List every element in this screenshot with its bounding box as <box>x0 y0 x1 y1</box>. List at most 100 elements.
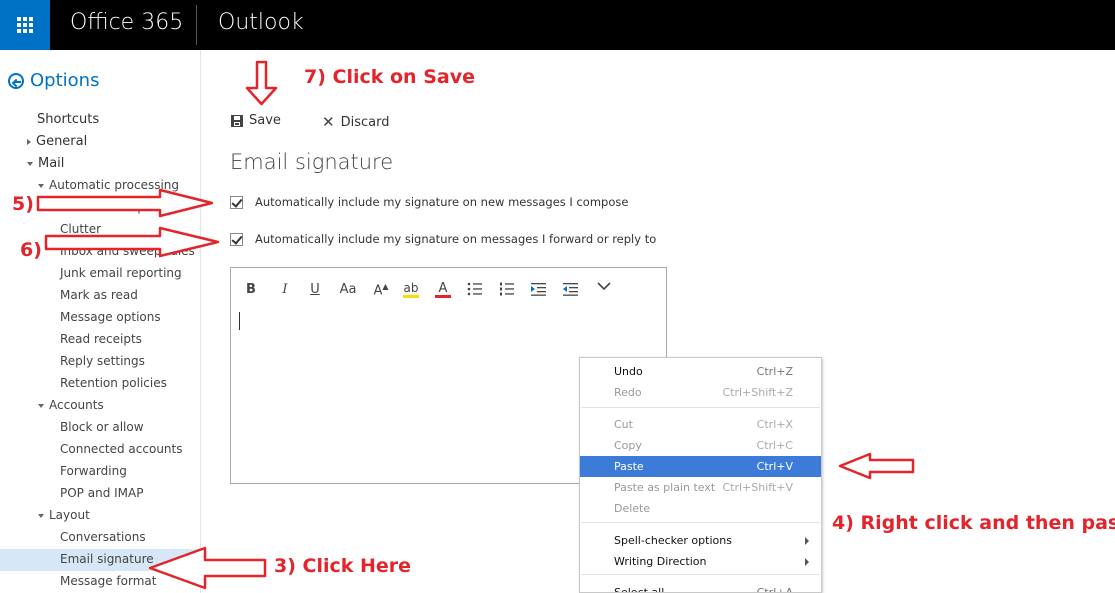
sidebar-item-reply-settings[interactable]: Reply settings <box>60 354 145 368</box>
sidebar-item-forwarding[interactable]: Forwarding <box>60 464 127 478</box>
menu-item-cut[interactable]: Cut Ctrl+X <box>580 414 821 435</box>
menu-item-paste[interactable]: Paste Ctrl+V <box>580 456 821 477</box>
sidebar-item-label: Read receipts <box>60 332 142 346</box>
sidebar-item-automatic-processing[interactable]: Automatic processing <box>38 178 179 192</box>
sidebar-item-junk-email-reporting[interactable]: Junk email reporting <box>60 266 182 280</box>
expand-down-icon[interactable] <box>27 161 33 166</box>
menu-item-shortcut: Ctrl+A <box>756 586 793 593</box>
save-icon <box>231 114 243 127</box>
sidebar-item-connected-accounts[interactable]: Connected accounts <box>60 442 183 456</box>
menu-item-undo[interactable]: Undo Ctrl+Z <box>580 361 821 382</box>
sidebar-item-mail[interactable]: Mail <box>27 156 64 171</box>
annotation-step5: 5) <box>12 193 34 215</box>
options-sidebar: Options Shortcuts General Mail Automatic pr… <box>0 50 201 593</box>
topbar-divider <box>196 5 197 45</box>
expand-down-icon[interactable] <box>38 183 44 188</box>
sidebar-item-layout[interactable]: Layout <box>38 508 90 522</box>
sidebar-item-general[interactable]: General <box>27 134 87 149</box>
app-launcher-button[interactable] <box>0 0 50 50</box>
sidebar-item-label: Connected accounts <box>60 442 183 456</box>
sidebar-item-label: Mail <box>38 156 65 171</box>
sidebar-item-pop-and-imap[interactable]: POP and IMAP <box>60 486 143 500</box>
menu-item-label: Undo <box>614 365 643 378</box>
italic-icon[interactable]: I <box>277 282 293 297</box>
menu-item-writing-direction[interactable]: Writing Direction <box>580 551 821 572</box>
menu-separator <box>581 522 820 523</box>
context-menu: Undo Ctrl+Z Redo Ctrl+Shift+Z Cut Ctrl+X Copy C… <box>579 357 822 593</box>
menu-item-label: Paste <box>614 460 644 473</box>
top-bar: Office 365 Outlook <box>0 0 1115 50</box>
sidebar-item-automatic-replies[interactable]: Automatic replies <box>60 200 165 214</box>
menu-item-shortcut: Ctrl+C <box>756 439 793 452</box>
sidebar-item-retention-policies[interactable]: Retention policies <box>60 376 167 390</box>
bold-icon[interactable]: B <box>243 282 259 297</box>
suite-title[interactable]: Office 365 <box>70 10 183 35</box>
sidebar-item-label: Email signature <box>60 552 154 566</box>
menu-item-select-all[interactable]: Select all Ctrl+A <box>580 582 821 593</box>
menu-separator <box>581 574 820 575</box>
menu-item-label: Delete <box>614 502 651 515</box>
sidebar-item-read-receipts[interactable]: Read receipts <box>60 332 142 346</box>
page-title: Email signature <box>230 150 394 174</box>
menu-item-label: Spell-checker options <box>614 534 732 547</box>
include-signature-new-checkbox[interactable] <box>230 195 243 209</box>
bullets-icon[interactable] <box>467 282 483 296</box>
options-back-link[interactable]: Options <box>8 70 99 91</box>
highlight-icon[interactable]: ab <box>403 282 419 298</box>
menu-item-label: Writing Direction <box>614 555 707 568</box>
sidebar-item-shortcuts[interactable]: Shortcuts <box>37 112 99 127</box>
submenu-arrow-icon <box>805 557 809 566</box>
increase-indent-icon[interactable] <box>531 282 547 296</box>
include-signature-reply-label: Automatically include my signature on me… <box>255 232 657 246</box>
sidebar-item-clutter[interactable]: Clutter <box>60 222 101 236</box>
sidebar-item-label: Conversations <box>60 530 146 544</box>
include-signature-new-row[interactable]: Automatically include my signature on ne… <box>230 195 628 209</box>
discard-label: Discard <box>340 114 390 130</box>
menu-item-spell-checker-options[interactable]: Spell-checker options <box>580 530 821 551</box>
sidebar-item-block-or-allow[interactable]: Block or allow <box>60 420 144 434</box>
discard-button[interactable]: ✕ Discard <box>322 113 389 131</box>
close-icon: ✕ <box>322 113 335 131</box>
sidebar-item-message-options[interactable]: Message options <box>60 310 161 324</box>
expand-down-icon[interactable] <box>38 403 44 408</box>
sidebar-item-email-signature[interactable]: Email signature <box>0 549 200 571</box>
sidebar-item-accounts[interactable]: Accounts <box>38 398 104 412</box>
submenu-arrow-icon <box>805 536 809 545</box>
menu-item-redo[interactable]: Redo Ctrl+Shift+Z <box>580 382 821 403</box>
sidebar-item-label: General <box>36 134 88 149</box>
annotation-arrow-paste <box>838 452 915 480</box>
menu-item-copy[interactable]: Copy Ctrl+C <box>580 435 821 456</box>
grow-font-icon[interactable]: A▲ <box>373 282 389 298</box>
sidebar-item-label: Automatic processing <box>49 178 180 192</box>
sidebar-item-mark-as-read[interactable]: Mark as read <box>60 288 138 302</box>
font-size-icon[interactable]: Aa <box>337 282 359 297</box>
font-color-icon[interactable]: A <box>435 282 451 298</box>
sidebar-item-inbox-and-sweep-rules[interactable]: Inbox and sweep rules <box>60 244 195 258</box>
include-signature-reply-row[interactable]: Automatically include my signature on me… <box>230 232 656 246</box>
sidebar-item-label: Reply settings <box>60 354 145 368</box>
save-button[interactable]: Save <box>231 113 281 128</box>
menu-item-shortcut: Ctrl+X <box>756 418 793 431</box>
include-signature-reply-checkbox[interactable] <box>230 232 243 246</box>
expand-down-icon[interactable] <box>38 513 44 518</box>
menu-item-label: Cut <box>614 418 633 431</box>
app-title[interactable]: Outlook <box>218 10 304 35</box>
sidebar-item-label: Shortcuts <box>37 112 100 127</box>
menu-item-shortcut: Ctrl+Shift+V <box>722 481 793 494</box>
expand-right-icon[interactable] <box>27 138 31 145</box>
back-arrow-icon <box>8 72 24 89</box>
sidebar-item-label: Retention policies <box>60 376 167 390</box>
underline-icon[interactable]: U <box>307 282 323 297</box>
sidebar-item-label: Forwarding <box>60 464 127 478</box>
decrease-indent-icon[interactable] <box>563 282 579 296</box>
annotation-step6: 6) <box>20 239 42 261</box>
chevron-down-icon[interactable] <box>597 281 613 291</box>
sidebar-item-label: Message format <box>60 574 157 588</box>
sidebar-item-conversations[interactable]: Conversations <box>60 530 146 544</box>
sidebar-item-message-format[interactable]: Message format <box>60 574 156 588</box>
menu-separator <box>581 407 820 408</box>
menu-item-paste-as-plain-text[interactable]: Paste as plain text Ctrl+Shift+V <box>580 477 821 498</box>
menu-item-delete[interactable]: Delete <box>580 498 821 519</box>
menu-item-shortcut: Ctrl+V <box>756 460 793 473</box>
numbering-icon[interactable] <box>499 282 515 296</box>
